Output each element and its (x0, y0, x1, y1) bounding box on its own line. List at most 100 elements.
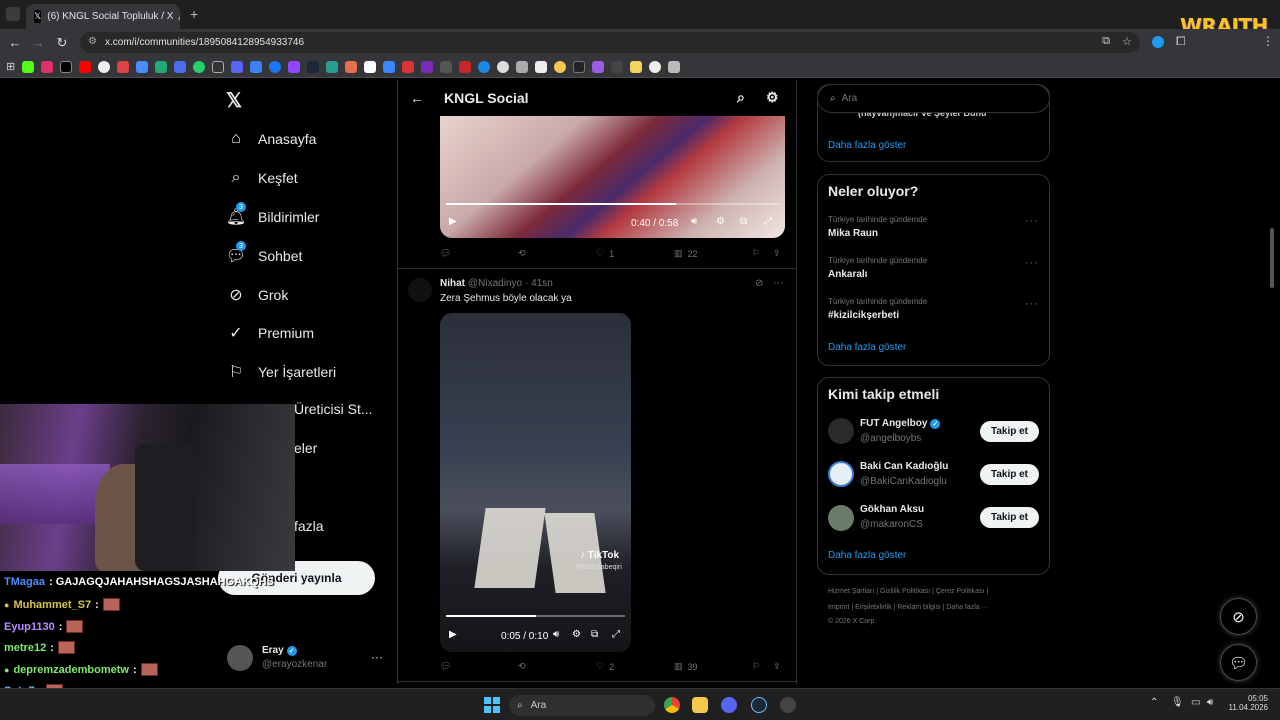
tray-chevron-icon[interactable]: ⌃ (1150, 697, 1158, 708)
display-icon[interactable]: ▭ (1191, 697, 1200, 708)
tweet1-progress-track[interactable] (446, 203, 779, 205)
tab-search-button[interactable] (6, 7, 20, 21)
settings-icon[interactable]: ⚙ (572, 629, 581, 640)
bookmark-icon-31[interactable] (592, 60, 605, 73)
facebook-bookmark-icon[interactable] (269, 60, 282, 73)
gear-icon[interactable]: ⚙ (766, 89, 779, 106)
new-tab-button[interactable]: + (190, 6, 198, 22)
windows-start-icon[interactable] (484, 697, 500, 713)
nav-item-bookmarks[interactable]: ⚐ Yer İşaretleri (226, 362, 336, 382)
footer-links[interactable]: Hizmet Şartları | Gizlilik Politikası | … (828, 588, 988, 595)
fullscreen-icon[interactable]: ⤢ (764, 216, 772, 227)
follow-button[interactable]: Takip et (980, 464, 1039, 485)
follow-name[interactable]: FUT Angelboy ✓ (860, 418, 941, 429)
youtube-bookmark-icon[interactable] (79, 60, 92, 73)
scrollbar[interactable] (1270, 228, 1274, 288)
bookmark-icon-28[interactable] (535, 60, 548, 73)
settings-icon[interactable]: ⚙ (716, 216, 725, 227)
like-button[interactable]: ♡ 2 (596, 661, 614, 672)
microphone-icon[interactable]: 🎙︎ (1171, 697, 1184, 708)
bookmark-icon-29[interactable] (554, 60, 567, 73)
tweet2-time[interactable]: · 41sn (525, 278, 553, 289)
clock[interactable]: 05:05 11.04.2026 (1228, 694, 1268, 712)
bookmark-icon-35[interactable] (668, 60, 681, 73)
browser-tab[interactable]: 𝕏 (6) KNGL Social Topluluk / X 🔊 ✕ (26, 4, 180, 29)
share-icon[interactable]: ⇪ (773, 248, 781, 259)
tweet2-progress-track[interactable] (446, 615, 625, 617)
search-icon[interactable]: ⌕ (737, 89, 745, 106)
instagram-bookmark-icon[interactable] (41, 60, 54, 73)
follow-button[interactable]: Takip et (980, 421, 1039, 442)
bookmark-icon-32[interactable] (611, 60, 624, 73)
back-icon[interactable]: ← (4, 32, 26, 54)
bookmark-icon-11[interactable] (212, 60, 225, 73)
bookmark-icon-25[interactable] (478, 60, 491, 73)
whatsapp-bookmark-icon[interactable] (193, 60, 206, 73)
bookmark-icon[interactable]: ⚐ (752, 661, 760, 672)
show-more-link[interactable]: Daha fazla göster (828, 342, 906, 353)
bookmark-icon-20[interactable] (383, 60, 396, 73)
messages-fab-button[interactable]: 💬︎ (1220, 644, 1257, 681)
forward-icon[interactable]: → (27, 32, 49, 54)
url-input[interactable]: ⚙ x.com/i/communities/189508412895493374… (80, 32, 1140, 53)
taskbar-search[interactable]: ⌕ Ara (509, 695, 655, 716)
follow-name[interactable]: Baki Can Kadıoğlu (860, 461, 948, 472)
bookmark-icon-18[interactable] (345, 60, 358, 73)
tweet2-play-icon[interactable]: ▶ (449, 629, 457, 640)
show-more-link[interactable]: Daha fazla göster (828, 550, 906, 561)
discord-icon[interactable] (721, 697, 737, 713)
chrome-icon[interactable] (664, 697, 680, 713)
avatar[interactable] (828, 418, 854, 444)
reload-icon[interactable]: ↻ (51, 32, 73, 54)
footer-links[interactable]: Imprint | Erişilebilirlik | Reklam bilgi… (828, 604, 989, 611)
tweet1-play-icon[interactable]: ▶ (449, 216, 457, 227)
show-more-link[interactable]: Daha fazla göster (828, 140, 906, 151)
x-bookmark-icon[interactable] (60, 60, 73, 73)
bookmark-icon-17[interactable] (326, 60, 339, 73)
nav-item-home[interactable]: ⌂ Anasayfa (226, 129, 316, 149)
tweet2-author[interactable]: Nihat (440, 278, 465, 289)
app-icon[interactable] (780, 697, 796, 713)
retweet-icon[interactable]: ⟲ (518, 661, 526, 672)
site-info-icon[interactable]: ⚙ (88, 36, 97, 47)
audio-icon[interactable]: 🔊 (177, 11, 180, 22)
tweet1-video[interactable]: ▶ 0:40 / 0:58 🔊︎ ⚙ ⧉ ⤢ (440, 116, 785, 238)
bookmark-icon-24[interactable] (459, 60, 472, 73)
bookmark-icon-7[interactable] (136, 60, 149, 73)
nav-item-notifications[interactable]: 🔔︎ 3 Bildirimler (226, 202, 319, 227)
search-input[interactable]: ⌕ Ara (817, 84, 1050, 113)
trend-more-icon[interactable]: ··· (1025, 257, 1039, 269)
discord-bookmark-icon[interactable] (231, 60, 244, 73)
bookmark-icon-13[interactable] (250, 60, 263, 73)
reply-icon[interactable]: 💬︎ (440, 661, 451, 672)
x-logo-icon[interactable]: 𝕏 (226, 88, 242, 113)
share-icon[interactable]: ⇪ (773, 661, 781, 672)
extension-icon[interactable] (1152, 36, 1164, 48)
nav-item-lists[interactable]: eler (294, 440, 317, 456)
follow-name[interactable]: Gökhan Aksu (860, 504, 924, 515)
bookmark-star-icon[interactable]: ☆ (1122, 35, 1132, 48)
back-arrow-icon[interactable]: ← (410, 90, 424, 106)
nav-item-explore[interactable]: ⌕ Keşfet (226, 168, 298, 188)
tweet2-handle[interactable]: @Nixadinyo (468, 278, 522, 289)
steam-icon[interactable] (751, 697, 767, 713)
like-button[interactable]: ♡ 1 (596, 248, 614, 259)
grok-icon[interactable]: ⊘ (755, 278, 763, 289)
twitch-bookmark-icon[interactable] (288, 60, 301, 73)
steam-bookmark-icon[interactable] (307, 60, 320, 73)
views-button[interactable]: ▥ 39 (674, 661, 698, 672)
extensions-icon[interactable]: ⧠ (1176, 34, 1186, 49)
pip-icon[interactable]: ⧉ (740, 216, 747, 227)
bookmark-icon[interactable]: ⚐ (752, 248, 760, 259)
reply-icon[interactable]: 💬︎ (440, 248, 451, 259)
nav-item-premium[interactable]: ✓ Premium (226, 323, 314, 343)
menu-icon[interactable]: ⋮ (1262, 34, 1274, 48)
bookmark-icon-34[interactable] (649, 60, 662, 73)
file-explorer-icon[interactable] (692, 697, 708, 713)
views-button[interactable]: ▥ 22 (674, 248, 698, 259)
avatar[interactable] (227, 645, 253, 671)
bookmark-icon-8[interactable] (155, 60, 168, 73)
nav-item-more[interactable]: fazla (294, 518, 324, 534)
bookmark-icon-30[interactable] (573, 60, 586, 73)
trend-more-icon[interactable]: ··· (1025, 298, 1039, 310)
